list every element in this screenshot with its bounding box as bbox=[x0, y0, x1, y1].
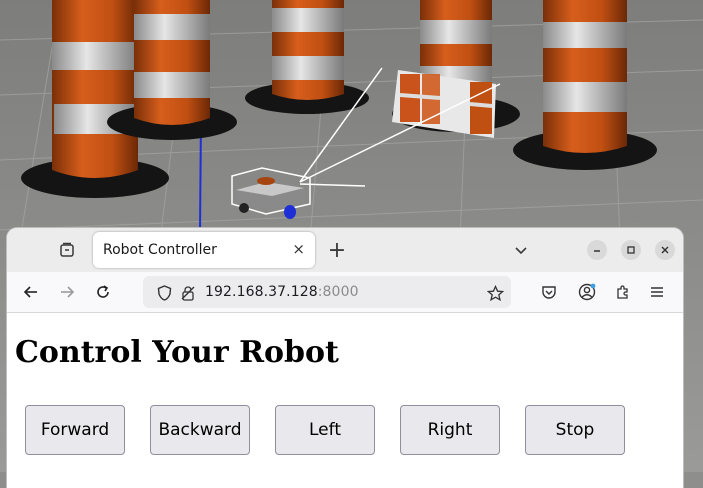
forward-arrow-icon[interactable] bbox=[57, 282, 77, 302]
chevron-down-icon[interactable] bbox=[511, 240, 531, 260]
account-icon[interactable] bbox=[577, 282, 597, 302]
back-arrow-icon[interactable] bbox=[21, 282, 41, 302]
close-window-button[interactable] bbox=[655, 240, 675, 260]
tab-title: Robot Controller bbox=[103, 242, 217, 258]
stop-button[interactable]: Stop bbox=[525, 405, 625, 455]
tab-close-icon[interactable]: × bbox=[292, 240, 305, 258]
url-text[interactable]: 192.168.37.128:8000 bbox=[205, 284, 359, 300]
browser-window: Robot Controller × + 192.168.37.128:8000… bbox=[7, 228, 683, 488]
tab-robot-controller[interactable]: Robot Controller × bbox=[93, 232, 315, 268]
backward-button[interactable]: Backward bbox=[150, 405, 250, 455]
left-button[interactable]: Left bbox=[275, 405, 375, 455]
reload-icon[interactable] bbox=[93, 282, 113, 302]
extensions-icon[interactable] bbox=[613, 282, 633, 302]
address-bar[interactable]: 192.168.37.128:8000 bbox=[143, 276, 511, 308]
page-title: Control Your Robot bbox=[15, 335, 339, 370]
bookmark-star-icon[interactable] bbox=[485, 283, 505, 303]
maximize-button[interactable] bbox=[621, 240, 641, 260]
insecure-lock-icon[interactable] bbox=[179, 284, 197, 302]
right-button[interactable]: Right bbox=[400, 405, 500, 455]
url-host: 192.168.37.128 bbox=[205, 284, 318, 300]
page-content: Control Your Robot Forward Backward Left… bbox=[7, 313, 683, 488]
forward-button[interactable]: Forward bbox=[25, 405, 125, 455]
url-port: :8000 bbox=[317, 284, 359, 300]
pocket-icon[interactable] bbox=[539, 282, 559, 302]
navigation-toolbar: 192.168.37.128:8000 bbox=[7, 272, 683, 313]
minimize-button[interactable] bbox=[587, 240, 607, 260]
tab-overview-icon[interactable] bbox=[57, 240, 77, 260]
new-tab-icon[interactable]: + bbox=[325, 238, 349, 263]
menu-icon[interactable] bbox=[647, 282, 667, 302]
tab-strip: Robot Controller × + bbox=[7, 228, 683, 272]
shield-icon[interactable] bbox=[155, 284, 173, 302]
